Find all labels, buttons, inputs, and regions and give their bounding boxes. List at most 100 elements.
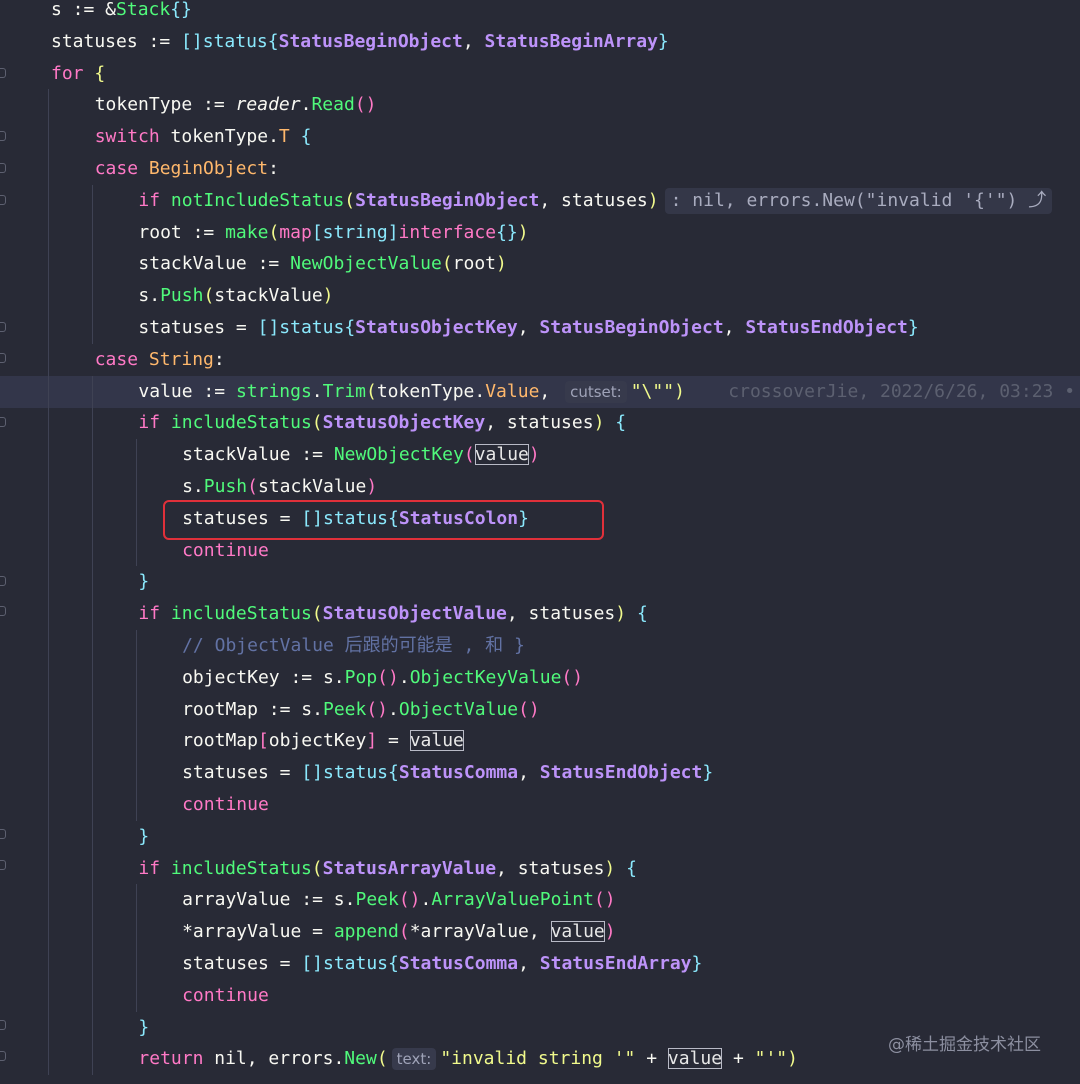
code-line[interactable]: statuses = []status{StatusComma, StatusE…: [0, 757, 1080, 789]
code-line[interactable]: if includeStatus(StatusObjectValue, stat…: [0, 598, 1080, 630]
code-token: (: [311, 603, 323, 625]
code-text: if includeStatus(StatusObjectValue, stat…: [138, 598, 647, 630]
code-token: *arrayValue,: [409, 921, 551, 943]
code-line[interactable]: }: [0, 566, 1080, 598]
code-line[interactable]: continue: [0, 789, 1080, 821]
code-text: statuses = []status{StatusObjectKey, Sta…: [138, 312, 918, 344]
code-token: ): [517, 221, 529, 243]
code-text: if includeStatus(StatusObjectKey, status…: [138, 407, 626, 439]
code-token: tokenType.: [170, 126, 279, 148]
code-token: (): [398, 889, 421, 911]
code-token: continue: [182, 794, 269, 815]
code-line[interactable]: switch tokenType.T {: [0, 121, 1080, 153]
code-token: (: [247, 476, 258, 497]
code-text: continue: [182, 980, 269, 1012]
code-token: {: [388, 953, 399, 974]
code-token: tokenType.: [376, 380, 486, 402]
code-line[interactable]: statuses = []status{StatusComma, StatusE…: [0, 948, 1080, 980]
code-line[interactable]: stackValue := NewObjectValue(root): [0, 248, 1080, 280]
indent-guide: [136, 884, 137, 1012]
code-line[interactable]: if includeStatus(StatusArrayValue, statu…: [0, 853, 1080, 885]
code-comment: // ObjectValue 后跟的可能是 , 和 }: [182, 635, 525, 656]
code-text: }: [138, 1012, 149, 1044]
code-token: ,: [539, 380, 562, 402]
code-token: if: [138, 412, 171, 434]
code-token: s.: [138, 285, 161, 307]
code-token: stackValue: [214, 285, 323, 307]
code-token: continue: [182, 984, 269, 1006]
code-token: includeStatus: [170, 603, 312, 625]
indent-guide: [92, 375, 93, 1076]
code-line[interactable]: root := make(map[string]interface{}): [0, 217, 1080, 249]
code-text: value := strings.Trim(tokenType.Value, c…: [138, 376, 1075, 408]
code-line[interactable]: statuses := []status{StatusBeginObject, …: [0, 26, 1080, 58]
code-line[interactable]: case String:: [0, 344, 1080, 376]
code-line[interactable]: s := &Stack{}: [0, 0, 1080, 26]
code-token: +: [722, 1048, 755, 1070]
code-line[interactable]: rootMap[objectKey] = value: [0, 725, 1080, 757]
code-token: statuses =: [138, 317, 258, 338]
code-text: arrayValue := s.Peek().ArrayValuePoint(): [182, 884, 616, 916]
code-editor[interactable]: s := &Stack{} statuses := []status{Status…: [0, 0, 1080, 1084]
code-token: StatusComma: [398, 953, 519, 974]
code-token: Peek: [322, 698, 367, 720]
code-token: ): [322, 285, 334, 307]
folded-inlay[interactable]: : nil, errors.New("invalid '{'") ⤴: [664, 187, 1053, 214]
code-token: (): [561, 666, 584, 688]
code-token: .: [311, 380, 323, 402]
code-line[interactable]: rootMap := s.Peek().ObjectValue(): [0, 694, 1080, 726]
indent-guide: [48, 89, 49, 1076]
code-token: :: [213, 348, 225, 370]
code-line[interactable]: objectKey := s.Pop().ObjectKeyValue(): [0, 662, 1080, 694]
code-line[interactable]: case BeginObject:: [0, 153, 1080, 185]
code-text: root := make(map[string]interface{}): [138, 217, 528, 249]
code-line[interactable]: if includeStatus(StatusObjectKey, status…: [0, 407, 1080, 439]
code-token: BeginObject: [148, 158, 269, 179]
code-line[interactable]: tokenType := reader.Read(): [0, 89, 1080, 121]
code-token: (: [203, 285, 215, 307]
code-token: stackValue :=: [182, 444, 334, 466]
code-line[interactable]: // ObjectValue 后跟的可能是 , 和 }: [0, 630, 1080, 662]
code-line[interactable]: if notIncludeStatus(StatusBeginObject, s…: [0, 185, 1080, 217]
code-line[interactable]: s.Push(stackValue): [0, 471, 1080, 503]
code-token: ]: [366, 730, 378, 752]
code-token: :: [268, 158, 279, 179]
code-token: stackValue: [257, 476, 367, 497]
code-token: (: [311, 412, 323, 434]
code-line[interactable]: statuses = []status{StatusObjectKey, Sta…: [0, 312, 1080, 344]
code-text: objectKey := s.Pop().ObjectKeyValue(): [182, 662, 583, 694]
code-token: StatusArrayValue: [322, 857, 497, 879]
code-line[interactable]: }: [0, 821, 1080, 853]
code-token: ObjectValue: [398, 698, 519, 720]
code-token: ): [787, 1048, 798, 1070]
watermark: @稀土掘金技术社区: [888, 1035, 1041, 1055]
code-token: , statuses: [485, 412, 594, 434]
code-token: interface: [398, 221, 497, 243]
code-token: value: [667, 1048, 723, 1070]
code-line[interactable]: continue: [0, 980, 1080, 1012]
code-line[interactable]: arrayValue := s.Peek().ArrayValuePoint(): [0, 884, 1080, 916]
code-text: tokenType := reader.Read(): [95, 89, 377, 121]
parameter-hint: text:: [391, 1048, 437, 1071]
code-line[interactable]: s.Push(stackValue): [0, 280, 1080, 312]
code-token: StatusBeginObject: [355, 189, 540, 211]
code-token: []: [257, 317, 280, 338]
code-token: continue: [182, 539, 269, 561]
code-token: status: [202, 30, 268, 52]
code-token: }: [691, 953, 703, 974]
code-token: T: [278, 126, 290, 148]
code-token: "'": [754, 1048, 788, 1070]
code-text: rootMap := s.Peek().ObjectValue(): [182, 694, 540, 726]
code-line[interactable]: stackValue := NewObjectKey(value): [0, 439, 1080, 471]
code-token: }: [138, 825, 150, 847]
code-token: ): [528, 444, 540, 466]
code-token: (): [354, 94, 377, 116]
code-line-current[interactable]: value := strings.Trim(tokenType.Value, c…: [0, 375, 1080, 408]
code-token: (: [366, 380, 377, 402]
indent-guide: [92, 184, 93, 344]
code-token: Read: [311, 94, 355, 116]
code-text: }: [138, 566, 149, 598]
code-line[interactable]: for {: [0, 58, 1080, 90]
code-line[interactable]: *arrayValue = append(*arrayValue, value): [0, 916, 1080, 948]
code-token: StatusObjectValue: [322, 603, 507, 625]
